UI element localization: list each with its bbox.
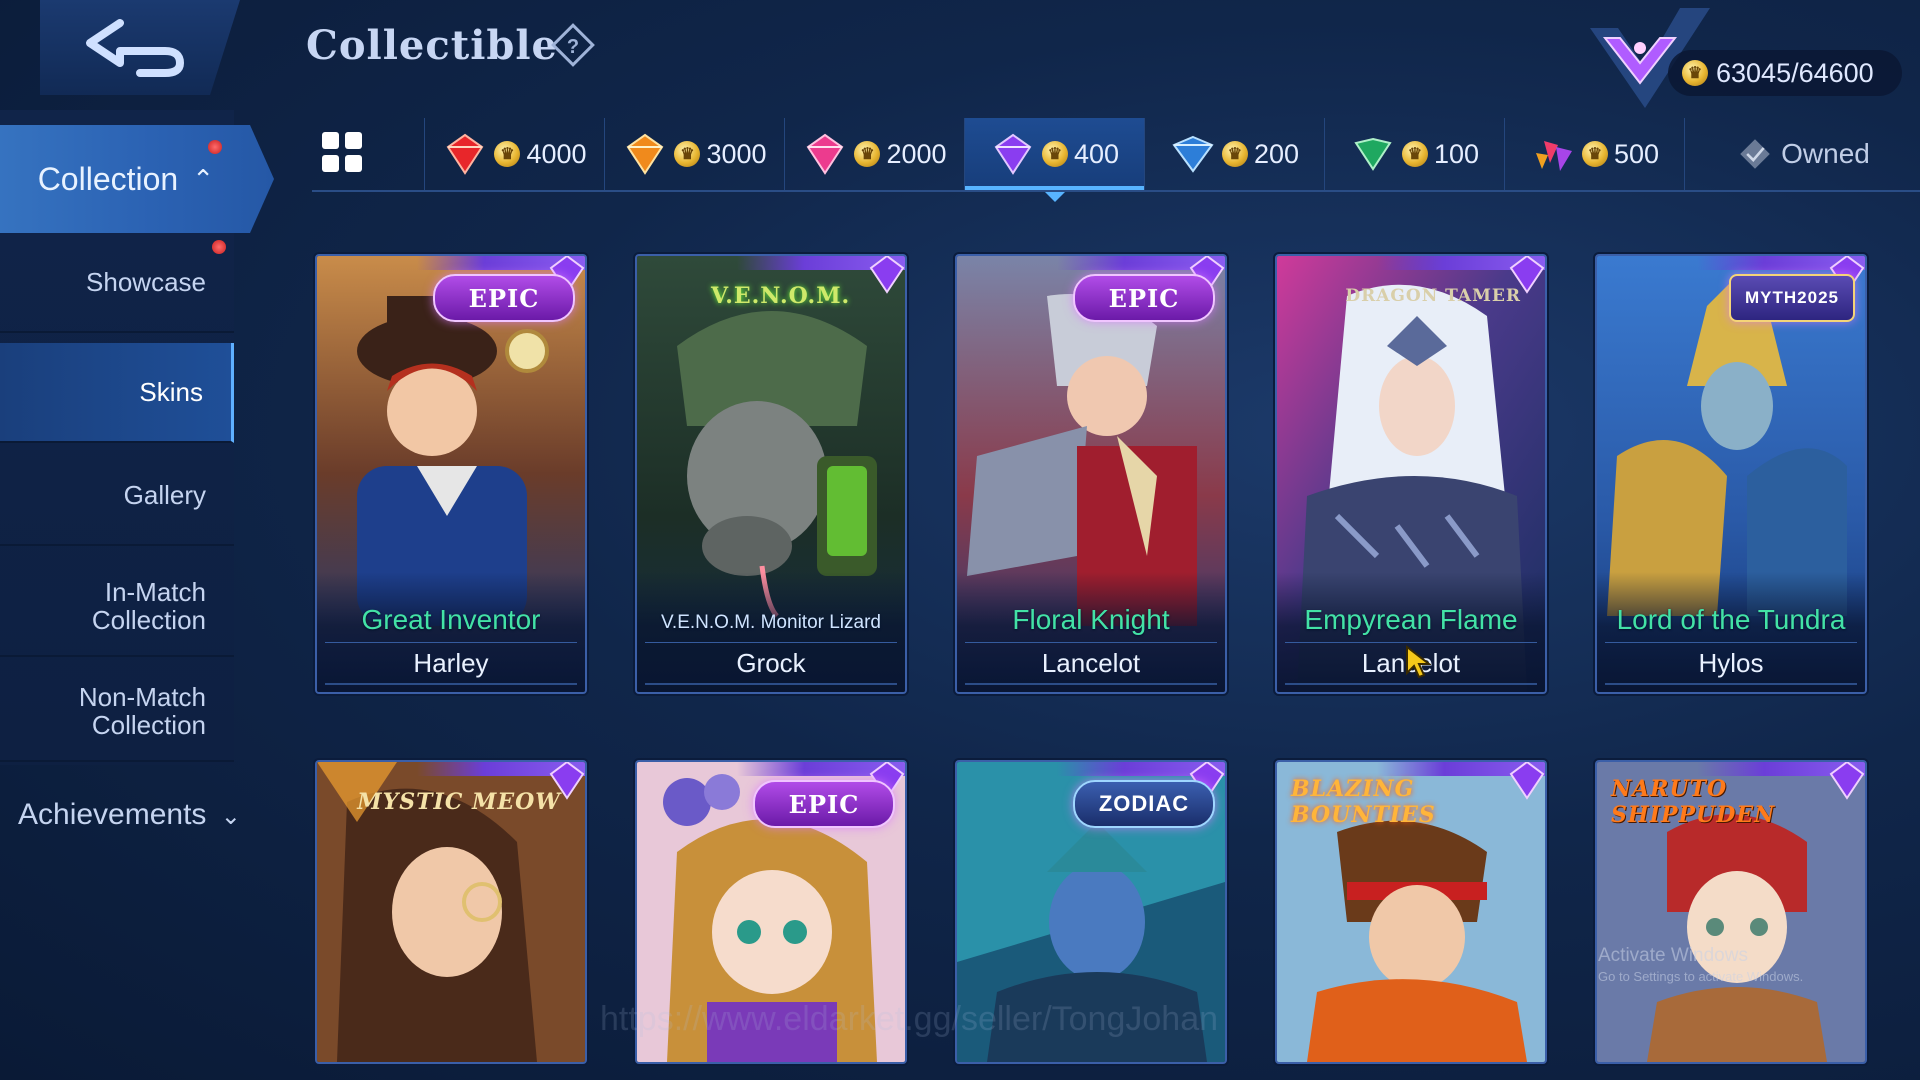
sidebar-item-label: Skins xyxy=(139,376,203,407)
sidebar-item-achievements[interactable]: Achievements ⌄ xyxy=(18,798,241,832)
chevron-up-icon: ⌃ xyxy=(192,163,214,194)
coin-icon: ♛ xyxy=(1401,141,1428,167)
skin-card-great-inventor[interactable]: EPIC Great Inventor Harley xyxy=(315,254,587,694)
hero-name: Grock xyxy=(645,642,897,685)
coin-icon: ♛ xyxy=(1682,60,1708,86)
myth-badge: MYTH2025 xyxy=(1729,274,1855,322)
pink-gem-icon xyxy=(807,133,844,175)
skin-card-naruto-collab[interactable]: NARUTO SHIPPUDEN xyxy=(1595,760,1867,1064)
tab-200[interactable]: ♛ 200 xyxy=(1144,118,1324,190)
epic-badge: EPIC xyxy=(1073,274,1215,322)
tab-label: 500 xyxy=(1613,138,1660,169)
coin-icon: ♛ xyxy=(674,141,701,167)
back-arrow-icon xyxy=(86,18,184,77)
sidebar-item-skins[interactable]: Skins xyxy=(0,343,234,443)
gray-gem-icon xyxy=(1740,139,1770,169)
purple-gem-icon xyxy=(869,256,905,294)
coin-icon: ♛ xyxy=(494,141,521,167)
tab-2000[interactable]: ♛ 2000 xyxy=(784,118,964,190)
tab-owned[interactable]: Owned xyxy=(1684,118,1920,190)
url-watermark: https://www.eldarket.gg/seller/TongJohan xyxy=(600,1000,1219,1038)
red-gem-icon xyxy=(447,133,484,175)
tab-label: Owned xyxy=(1781,138,1870,169)
back-button[interactable] xyxy=(40,0,240,95)
sidebar-item-showcase[interactable]: Showcase xyxy=(0,233,234,333)
skin-card-mystic-meow[interactable]: MYSTIC MEOW xyxy=(315,760,587,1064)
skin-name: Floral Knight xyxy=(1012,604,1170,635)
skin-card-floral-knight[interactable]: EPIC Floral Knight Lancelot xyxy=(955,254,1227,694)
skin-name: Empyrean Flame xyxy=(1304,604,1518,635)
activate-windows-watermark: Activate Windows Go to Settings to activ… xyxy=(1598,945,1803,984)
sidebar-item-label: In-Match Collection xyxy=(91,577,206,635)
skin-card-venom-monitor-lizard[interactable]: V.E.N.O.M. V.E.N.O.M. Monitor Lizard Gro… xyxy=(635,254,907,694)
epic-badge: EPIC xyxy=(753,780,895,828)
currency-display: ♛ 63045/64600 xyxy=(1560,8,1920,118)
collection-label: Collection xyxy=(37,160,179,197)
tab-label: 400 xyxy=(1073,138,1120,169)
coin-icon: ♛ xyxy=(1221,141,1248,167)
svg-text:?: ? xyxy=(567,36,579,58)
skin-name: V.E.N.O.M. Monitor Lizard xyxy=(661,612,881,633)
help-icon[interactable]: ? xyxy=(550,22,596,68)
green-gem-icon xyxy=(1354,137,1392,171)
naruto-collab-logo: NARUTO SHIPPUDEN xyxy=(1611,776,1776,828)
sidebar-item-label: Gallery xyxy=(123,479,206,510)
skin-name: Great Inventor xyxy=(361,604,541,635)
price-tab-bar: ♛ 4000 ♛ 3000 ♛ 2000 ♛ 400 ♛ 200 ♛ 100 ♛… xyxy=(312,118,1920,202)
tab-400[interactable]: ♛ 400 xyxy=(964,118,1144,202)
skin-card-blazing-bounties[interactable]: BLAZING BOUNTIES xyxy=(1275,760,1547,1064)
skin-name: Lord of the Tundra xyxy=(1616,604,1846,635)
purple-gem-icon xyxy=(994,133,1032,175)
hero-name: Lancelot xyxy=(965,642,1217,685)
multicolor-gem-icon xyxy=(1535,141,1572,171)
sidebar-item-label: Non-Match Collection xyxy=(78,682,206,740)
sidebar-item-gallery[interactable]: Gallery xyxy=(0,446,234,546)
tab-4000[interactable]: ♛ 4000 xyxy=(424,118,604,190)
tab-100[interactable]: ♛ 100 xyxy=(1324,118,1504,190)
zodiac-badge: ZODIAC xyxy=(1073,780,1215,828)
notification-dot xyxy=(208,140,222,154)
tab-label: 200 xyxy=(1253,138,1300,169)
watermark-title: Activate Windows xyxy=(1598,945,1748,966)
hero-name: Hylos xyxy=(1605,642,1857,685)
page-title: Collectible xyxy=(306,22,558,69)
coin-icon: ♛ xyxy=(1041,141,1068,167)
tab-label: 3000 xyxy=(706,138,767,169)
coin-icon: ♛ xyxy=(1581,141,1608,167)
tab-3000[interactable]: ♛ 3000 xyxy=(604,118,784,190)
sidebar-item-non-match-collection[interactable]: Non-Match Collection xyxy=(0,662,234,762)
grid-view-icon[interactable] xyxy=(318,128,366,176)
tab-label: 100 xyxy=(1433,138,1480,169)
active-tab-indicator xyxy=(1044,192,1065,202)
mystic-meow-series-logo: MYSTIC MEOW xyxy=(357,789,561,815)
venom-series-logo: V.E.N.O.M. xyxy=(711,283,851,309)
currency-value: 63045/64600 xyxy=(1716,57,1874,88)
tab-500[interactable]: ♛ 500 xyxy=(1504,118,1684,190)
blue-gem-icon xyxy=(1172,135,1214,173)
tab-label: 4000 xyxy=(526,138,587,169)
tab-label: 2000 xyxy=(886,138,947,169)
skin-card-lord-of-the-tundra[interactable]: MYTH2025 Lord of the Tundra Hylos xyxy=(1595,254,1867,694)
orange-gem-icon xyxy=(627,133,664,175)
mouse-cursor-icon xyxy=(1406,645,1431,679)
sidebar-item-label: Showcase xyxy=(86,266,206,297)
skin-card-empyrean-flame[interactable]: DRAGON TAMER Empyrean Flame Lancelot xyxy=(1275,254,1547,694)
chevron-down-icon: ⌄ xyxy=(220,803,241,830)
sidebar-item-label: Achievements xyxy=(18,798,207,831)
dragon-tamer-series-logo: DRAGON TAMER xyxy=(1345,286,1521,306)
epic-badge: EPIC xyxy=(433,274,575,322)
watermark-subtitle: Go to Settings to activate Windows. xyxy=(1598,969,1804,984)
sidebar-collection-toggle[interactable]: Collection ⌃ xyxy=(0,125,274,233)
coin-icon: ♛ xyxy=(854,141,881,167)
blazing-bounties-series-logo: BLAZING BOUNTIES xyxy=(1291,776,1436,828)
hero-name: Harley xyxy=(325,642,577,685)
sidebar-item-in-match-collection[interactable]: In-Match Collection xyxy=(0,557,234,657)
